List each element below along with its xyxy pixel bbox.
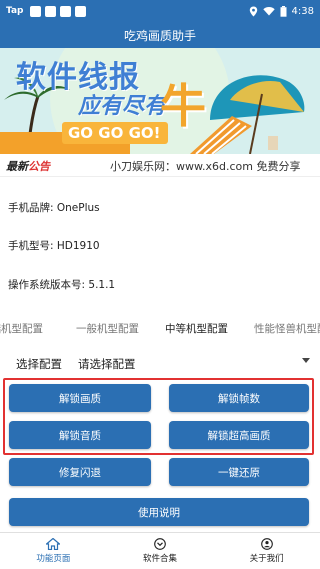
config-select-label: 选择配置	[16, 357, 62, 371]
tab-normal[interactable]: 一般机型配置	[76, 321, 139, 336]
unlock-fps-button[interactable]: 解锁帧数	[169, 384, 309, 412]
notice-badge-accent: 公告	[28, 159, 50, 173]
device-brand-label: 手机品牌:	[8, 202, 54, 214]
config-select[interactable]: 选择配置 请选择配置	[0, 352, 320, 376]
notice-badge-main: 最新	[6, 159, 28, 173]
notice-badge: 最新公告	[6, 158, 50, 174]
nav-item-collection[interactable]: 软件合集	[107, 533, 214, 569]
instructions-button[interactable]: 使用说明	[9, 498, 309, 526]
notification-icon	[29, 5, 41, 17]
os-version-row: 操作系统版本号: 5.1.1	[8, 277, 115, 292]
restore-button[interactable]: 一键还原	[169, 458, 309, 486]
nav-label-features: 功能页面	[36, 554, 71, 564]
unlock-audio-button[interactable]: 解锁音质	[9, 421, 151, 449]
fix-crash-button[interactable]: 修复闪退	[9, 458, 151, 486]
status-left: Tap	[6, 5, 86, 17]
location-icon	[249, 6, 257, 16]
device-model-label: 手机型号:	[8, 240, 54, 252]
nav-label-collection: 软件合集	[143, 554, 178, 564]
status-right: 4:38	[249, 5, 314, 17]
config-tabs: 低端机型配置 一般机型配置 中等机型配置 性能怪兽机型配置	[0, 318, 320, 340]
banner-headline-2: 应有尽有	[78, 94, 167, 119]
page-title: 吃鸡画质助手	[123, 28, 196, 43]
bottom-nav: 功能页面 软件合集 关于我们	[0, 532, 320, 569]
os-version-value: 5.1.1	[88, 279, 116, 291]
notification-icon	[74, 5, 86, 17]
app-bar: 吃鸡画质助手	[0, 22, 320, 48]
tab-low-end[interactable]: 低端机型配置	[0, 321, 43, 336]
device-model-row: 手机型号: HD1910	[8, 238, 100, 253]
notice-ticker[interactable]: 最新公告 小刀娱乐网：www.x6d.com 免费分享	[0, 155, 320, 177]
dropdown-caret-icon	[302, 358, 310, 363]
nav-label-about: 关于我们	[249, 554, 284, 564]
tab-high-end[interactable]: 性能怪兽机型配置	[254, 321, 320, 336]
nav-item-about[interactable]: 关于我们	[213, 533, 320, 569]
battery-icon	[280, 5, 287, 17]
notification-icon	[59, 5, 71, 17]
wifi-icon	[262, 7, 275, 16]
device-model-value: HD1910	[56, 240, 100, 252]
promo-banner[interactable]: 软件线报 应有尽有 牛 GO GO GO!	[0, 48, 320, 154]
device-brand-value: OnePlus	[56, 202, 100, 214]
chevron-down-circle-icon	[154, 538, 166, 550]
banner-big-char: 牛	[160, 79, 206, 133]
tab-mid[interactable]: 中等机型配置	[165, 321, 228, 336]
os-version-label: 操作系统版本号:	[8, 279, 86, 291]
notice-text: 小刀娱乐网：www.x6d.com 免费分享	[110, 159, 301, 173]
nav-item-features[interactable]: 功能页面	[0, 533, 107, 569]
app-badge: Tap	[6, 6, 24, 16]
home-icon	[46, 538, 61, 550]
notification-icon	[44, 5, 56, 17]
banner-cta: GO GO GO!	[68, 124, 161, 142]
unlock-quality-button[interactable]: 解锁画质	[9, 384, 151, 412]
person-icon	[260, 538, 273, 550]
device-brand-row: 手机品牌: OnePlus	[8, 200, 100, 215]
status-bar: Tap 4:38	[0, 0, 320, 22]
config-select-value: 请选择配置	[78, 357, 136, 371]
unlock-ultra-quality-button[interactable]: 解锁超高画质	[169, 421, 309, 449]
clock: 4:38	[291, 5, 314, 17]
